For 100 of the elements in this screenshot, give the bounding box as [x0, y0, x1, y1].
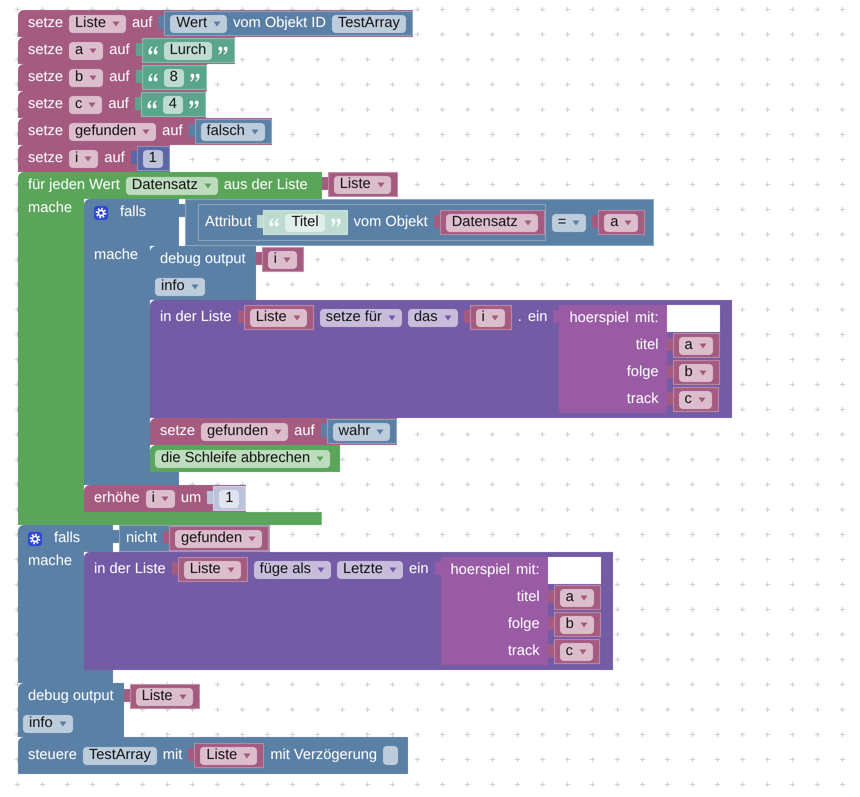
dropdown-field[interactable]: gefunden — [174, 530, 262, 548]
dropdown-field[interactable]: setze für — [320, 308, 402, 326]
set-variable-block[interactable]: setze Liste auf Wert vom Objekt ID TestArray — [18, 10, 413, 37]
caret-icon — [226, 566, 235, 572]
boolean-block[interactable]: falsch — [188, 119, 272, 144]
boolean-block[interactable]: wahr — [320, 419, 398, 444]
dropdown-field[interactable]: Liste — [136, 688, 193, 706]
text-field[interactable]: TestArray — [332, 14, 406, 32]
dropdown-field[interactable]: info — [23, 714, 73, 732]
block-label: debug output — [28, 688, 114, 705]
dropdown-field[interactable]: a — [678, 336, 713, 354]
text-block[interactable]: Titel — [257, 210, 348, 235]
number-field[interactable]: 1 — [219, 490, 240, 508]
text-field[interactable]: Titel — [285, 214, 325, 232]
dropdown-field[interactable]: Liste — [200, 746, 258, 764]
dropdown-field[interactable]: a — [560, 588, 594, 606]
block-label: setze — [28, 123, 64, 140]
block-label: ein — [408, 561, 429, 578]
object-create-block[interactable]: hoerspiel mit: titel a folge b track c — [553, 305, 720, 413]
list-block[interactable]: in der Liste Liste füge als Letzte ein hoerspiel mit: titel a folge b track c — [84, 552, 613, 670]
variable-block[interactable]: a — [592, 210, 646, 235]
dropdown-field[interactable]: = — [552, 214, 586, 232]
block-label: nicht — [126, 530, 157, 547]
dropdown-field[interactable]: a — [604, 214, 638, 232]
dropdown-field[interactable]: i — [268, 250, 297, 268]
text-field[interactable]: TestArray — [82, 746, 157, 764]
text-field[interactable]: 8 — [164, 68, 184, 86]
debug-output-block[interactable]: debug output i info — [150, 246, 304, 300]
variable-block[interactable]: Liste — [322, 172, 398, 197]
increment-block[interactable]: erhöhe i um 1 — [84, 485, 246, 512]
set-variable-block[interactable]: setze gefunden auf falsch — [18, 118, 272, 145]
text-block[interactable]: 4 — [134, 92, 206, 117]
variable-block[interactable]: i — [464, 305, 512, 330]
if-block[interactable]: falls Attribut Titel vom Objekt Datensatz = a mache debug output i info in der Liste Liste setze für das i . ein hoerspiel mit: titel a folge b track c setze gefunden auf wahr die Schleife abbrechen — [84, 199, 732, 485]
control-block[interactable]: steuere TestArray mit Liste mit Verzögerung — [18, 737, 408, 774]
gear-icon[interactable] — [94, 206, 108, 220]
text-field[interactable]: Lurch — [164, 42, 212, 60]
variable-block[interactable]: Liste — [124, 684, 200, 709]
dropdown-field[interactable]: info — [155, 278, 205, 296]
variable-block[interactable]: i — [256, 247, 304, 272]
text-block[interactable]: Lurch — [136, 38, 236, 63]
dropdown-field[interactable]: falsch — [200, 122, 265, 140]
variable-block[interactable]: b — [666, 360, 720, 385]
variable-block[interactable]: gefunden — [162, 526, 270, 551]
debug-output-block[interactable]: debug output Liste info — [18, 683, 200, 737]
set-variable-block[interactable]: setze a auf Lurch — [18, 37, 236, 64]
dropdown-field[interactable]: gefunden — [69, 122, 156, 140]
variable-block[interactable]: c — [548, 639, 600, 664]
dropdown-field[interactable]: b — [560, 616, 594, 634]
variable-block[interactable]: b — [548, 612, 601, 637]
variable-block[interactable]: Datensatz — [434, 210, 545, 235]
variable-block[interactable]: Liste — [238, 305, 314, 330]
dropdown-field[interactable]: Liste — [184, 560, 241, 578]
dropdown-field[interactable]: b — [69, 68, 104, 86]
caret-icon — [698, 342, 707, 348]
dropdown-field[interactable]: das — [408, 308, 458, 326]
variable-block[interactable]: c — [666, 387, 719, 412]
dropdown-field[interactable]: a — [69, 42, 104, 60]
dropdown-field[interactable]: Liste — [250, 308, 307, 326]
object-value-block[interactable]: Wert vom Objekt ID TestArray — [158, 11, 413, 36]
dropdown-field[interactable]: Liste — [334, 176, 391, 194]
dropdown-field[interactable]: i — [476, 308, 505, 326]
dropdown-field[interactable]: wahr — [332, 422, 390, 440]
variable-block[interactable]: a — [548, 585, 601, 610]
set-variable-block[interactable]: setze b auf 8 — [18, 64, 207, 91]
loop-break-block[interactable]: die Schleife abbrechen — [150, 445, 340, 472]
dropdown-field[interactable]: c — [69, 96, 102, 114]
dropdown-field[interactable]: füge als — [254, 560, 332, 578]
caret-icon — [190, 284, 199, 290]
variable-block[interactable]: Liste — [172, 557, 248, 582]
object-create-block[interactable]: hoerspiel mit: titel a folge b track c — [434, 557, 601, 665]
gear-icon[interactable] — [28, 532, 42, 546]
number-block[interactable]: 1 — [207, 486, 246, 511]
checkbox[interactable] — [383, 746, 398, 765]
variable-block[interactable]: a — [666, 333, 720, 358]
caret-icon — [248, 536, 256, 542]
dropdown-field[interactable]: c — [560, 642, 593, 660]
dropdown-field[interactable]: i — [69, 150, 98, 168]
number-block[interactable]: 1 — [130, 146, 170, 171]
compare-block[interactable]: Attribut Titel vom Objekt Datensatz = a — [179, 199, 654, 246]
dropdown-field[interactable]: c — [678, 390, 712, 408]
number-field[interactable]: 1 — [142, 150, 163, 168]
dropdown-field[interactable]: Datensatz — [126, 176, 218, 194]
dropdown-field[interactable]: i — [146, 490, 175, 508]
not-block[interactable]: nicht gefunden — [113, 525, 270, 552]
dropdown-field[interactable]: gefunden — [201, 422, 288, 440]
dropdown-field[interactable]: b — [678, 364, 713, 382]
open-quote-icon — [146, 100, 157, 109]
dropdown-field[interactable]: Wert — [170, 14, 228, 32]
dropdown-field[interactable]: Liste — [69, 14, 126, 32]
text-field[interactable]: 4 — [162, 96, 183, 114]
dropdown-field[interactable]: Datensatz — [446, 214, 538, 232]
dropdown-field[interactable]: die Schleife abbrechen — [155, 450, 330, 468]
set-variable-block[interactable]: setze i auf 1 — [18, 145, 170, 172]
variable-block[interactable]: Liste — [188, 743, 264, 768]
if-block[interactable]: falls nicht gefunden mache in der Liste Liste füge als Letzte ein hoerspiel mit: titel a folge b track c — [18, 525, 613, 683]
set-variable-block[interactable]: setze c auf 4 — [18, 91, 206, 118]
set-variable-block[interactable]: setze gefunden auf wahr — [150, 418, 398, 445]
text-block[interactable]: 8 — [136, 65, 207, 90]
dropdown-field[interactable]: Letzte — [337, 560, 403, 578]
